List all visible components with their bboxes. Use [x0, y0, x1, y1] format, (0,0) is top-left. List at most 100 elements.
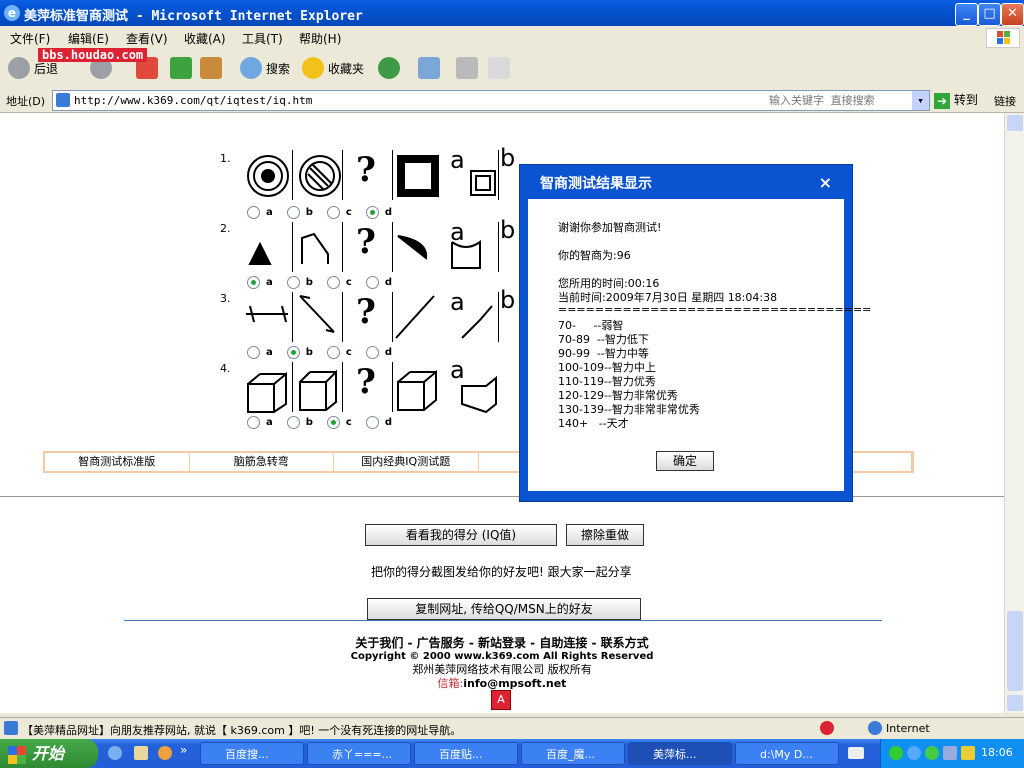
q2-radio-d[interactable] [365, 276, 379, 289]
q3-question-mark: ? [356, 292, 376, 332]
back-label: 后退 [34, 61, 59, 76]
divider-q2 [392, 222, 393, 272]
keyword-search-hint: 输入关键字 直接搜索 [769, 94, 875, 107]
links-label[interactable]: 链接 [994, 93, 1016, 109]
q1-radio-c[interactable] [326, 206, 340, 219]
quicklaunch-more-icon[interactable]: » [180, 743, 187, 757]
q3-radio-d[interactable] [365, 346, 379, 359]
adobe-icon[interactable]: A [491, 690, 511, 710]
q4-radio-a[interactable] [247, 416, 260, 429]
printer-icon [456, 57, 478, 79]
divider-q2 [292, 222, 293, 272]
taskbar-item-active[interactable]: 美萍标... [628, 742, 732, 765]
q2-radio-c[interactable] [326, 276, 340, 289]
mail-link[interactable]: info@mpsoft.net [463, 677, 566, 690]
maximize-button[interactable]: □ [978, 3, 1001, 26]
window-title-bar[interactable]: e 美萍标准智商测试 - Microsoft Internet Explorer… [0, 0, 1024, 26]
favorites-button[interactable]: 收藏夹 [302, 56, 364, 80]
divider-q3 [392, 292, 393, 342]
favorites-label: 收藏夹 [328, 61, 365, 76]
shield-icon[interactable] [961, 746, 975, 760]
home-button[interactable] [200, 56, 222, 80]
question-number: 3. [220, 292, 231, 305]
divider-q2 [342, 222, 343, 272]
dialog-close-icon[interactable]: × [819, 173, 832, 192]
address-input[interactable]: http://www.k369.com/qt/iqtest/iq.htm 输入关… [52, 90, 930, 111]
q2-radio-b[interactable] [286, 276, 300, 289]
menu-edit[interactable]: 编辑(E) [68, 30, 109, 47]
status-text: 【美萍精品网址】向朋友推荐网站, 就说【 k369.com 】吧! 一个没有死连… [22, 724, 462, 737]
q2-radio-a[interactable] [247, 276, 260, 289]
edit-page-icon [488, 57, 510, 79]
divider-q1 [292, 150, 293, 200]
minimize-button[interactable]: _ [955, 3, 978, 26]
q4-radio-d[interactable] [365, 416, 379, 429]
q1-radio-b[interactable] [286, 206, 300, 219]
q4-radio-c[interactable] [326, 416, 340, 429]
tray-icon[interactable] [889, 746, 903, 760]
go-button[interactable]: ➔ 转到 [934, 91, 978, 109]
answer-letter-a: a [450, 356, 465, 384]
divider-q4 [392, 362, 393, 412]
taskbar: 开始 » 百度搜... 赤丫===... 百度贴... 百度_魔... 美萍标.… [0, 739, 1024, 768]
q1-radio-d[interactable] [365, 206, 379, 219]
clock[interactable]: 18:06 [981, 746, 1013, 759]
q2-question-mark: ? [356, 222, 376, 262]
scroll-down-button[interactable] [1007, 695, 1023, 711]
divider-q4 [342, 362, 343, 412]
mail-icon [418, 57, 440, 79]
edit-button[interactable] [488, 56, 510, 80]
divider-q3 [342, 292, 343, 342]
q1-radio-a[interactable] [247, 206, 260, 219]
media-quicklaunch-icon[interactable] [158, 746, 172, 760]
answer-letter-b: b [500, 286, 516, 314]
menu-tools[interactable]: 工具(T) [242, 30, 283, 47]
tab-brain-teaser[interactable]: 脑筋急转弯 [190, 453, 334, 471]
tab-standard-iq[interactable]: 智商测试标准版 [45, 453, 190, 471]
menu-help[interactable]: 帮助(H) [299, 30, 341, 47]
menu-view[interactable]: 查看(V) [126, 30, 168, 47]
taskbar-item[interactable]: 赤丫===... [307, 742, 411, 765]
reset-button[interactable]: 擦除重做 [566, 524, 644, 546]
tray-icon[interactable] [943, 746, 957, 760]
search-button[interactable]: 搜索 [240, 56, 290, 80]
q3-radio-b[interactable] [286, 346, 300, 359]
status-bar: 【美萍精品网址】向朋友推荐网站, 就说【 k369.com 】吧! 一个没有死连… [0, 717, 1024, 740]
scroll-up-button[interactable] [1007, 115, 1023, 131]
windows-flag-icon [8, 745, 26, 764]
divider-q1 [392, 150, 393, 200]
vertical-scrollbar[interactable] [1004, 113, 1024, 713]
ie-quicklaunch-icon[interactable] [108, 746, 122, 760]
menu-file[interactable]: 文件(F) [10, 30, 50, 47]
taskbar-item[interactable]: d:\My D... [735, 742, 839, 765]
q3-radio-c[interactable] [326, 346, 340, 359]
history-button[interactable] [378, 56, 400, 80]
address-dropdown-icon[interactable]: ▾ [912, 91, 929, 110]
taskbar-item[interactable]: 百度贴... [414, 742, 518, 765]
tab-classic-iq[interactable]: 国内经典IQ测试题 [334, 453, 479, 471]
home-icon [200, 57, 222, 79]
desktop-quicklaunch-icon[interactable] [134, 746, 148, 760]
scroll-thumb[interactable] [1007, 611, 1023, 691]
start-button[interactable]: 开始 [0, 739, 98, 768]
menu-favorites[interactable]: 收藏(A) [184, 30, 226, 47]
print-button[interactable] [456, 56, 478, 80]
divider-answer [498, 150, 499, 200]
question-number: 1. [220, 152, 231, 165]
q3-radio-a[interactable] [247, 346, 260, 359]
tray-icon[interactable] [907, 746, 921, 760]
copy-url-button[interactable]: 复制网址, 传给QQ/MSN上的好友 [367, 598, 641, 620]
mail-button[interactable] [418, 56, 440, 80]
taskbar-item[interactable]: 百度搜... [200, 742, 304, 765]
question-number: 4. [220, 362, 231, 375]
tray-icon[interactable] [925, 746, 939, 760]
q4-radio-b[interactable] [286, 416, 300, 429]
ok-button[interactable]: 确定 [656, 451, 714, 471]
keyboard-icon[interactable] [848, 747, 864, 759]
refresh-button[interactable] [170, 56, 192, 80]
footer-links[interactable]: 关于我们 - 广告服务 - 新站登录 - 自助连接 - 联系方式 [0, 634, 1004, 651]
view-score-button[interactable]: 看看我的得分 (IQ值) [365, 524, 557, 546]
close-button[interactable]: ✕ [1001, 3, 1024, 26]
go-arrow-icon: ➔ [934, 92, 950, 109]
taskbar-item[interactable]: 百度_魔... [521, 742, 625, 765]
